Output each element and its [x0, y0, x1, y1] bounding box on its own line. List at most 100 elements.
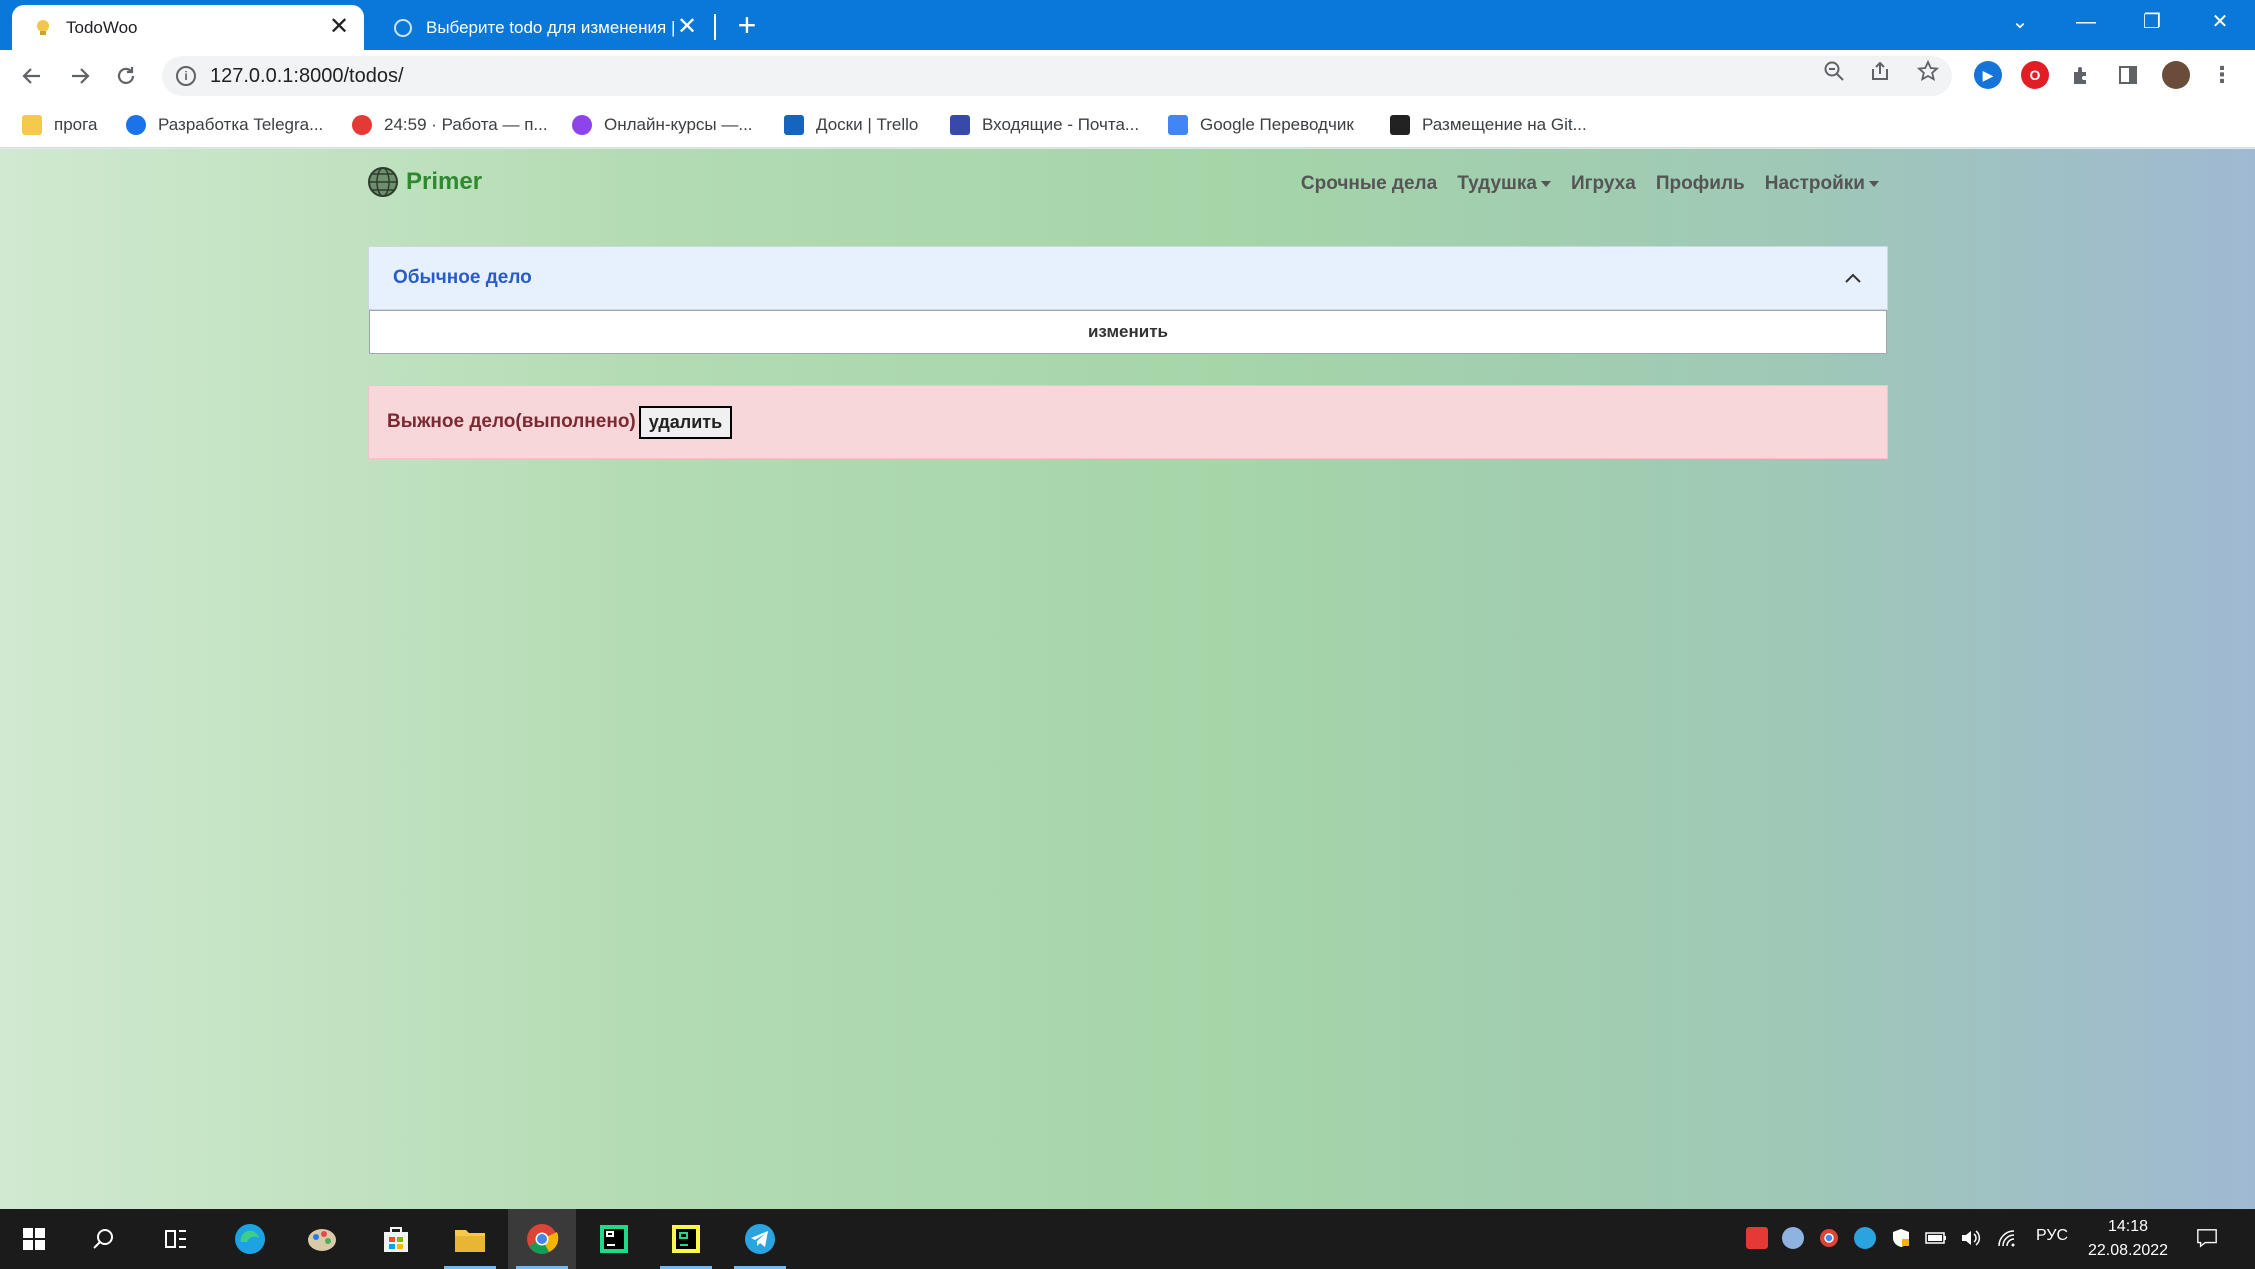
arrow-left-icon: [22, 68, 40, 84]
todo-accordion: Обычное дело изменить: [368, 246, 1888, 354]
browser-toolbar: i: [0, 50, 2255, 102]
tab-search-icon[interactable]: ⌄: [1996, 0, 2044, 46]
red-dot-icon: [352, 115, 372, 135]
search-button[interactable]: [70, 1209, 138, 1269]
bookmark-item[interactable]: Разработка Telegra...: [126, 112, 323, 138]
taskbar-explorer[interactable]: [436, 1209, 504, 1269]
tray-telegram-icon[interactable]: [1854, 1227, 1876, 1249]
volume-icon[interactable]: [1960, 1227, 1982, 1249]
chevron-up-icon[interactable]: [1843, 268, 1863, 288]
chrome-icon: [527, 1224, 559, 1254]
mail-icon: [950, 115, 970, 135]
taskbar-edge[interactable]: [216, 1209, 284, 1269]
taskbar-store[interactable]: [362, 1209, 430, 1269]
navbar-brand[interactable]: Primer: [366, 165, 482, 199]
courses-icon: [572, 115, 592, 135]
tab-title: Выберите todo для изменения |: [426, 17, 676, 37]
share-icon[interactable]: [1866, 60, 1894, 88]
taskbar-chrome[interactable]: [508, 1209, 576, 1269]
tray-cloud-icon[interactable]: [1782, 1227, 1804, 1249]
notifications-icon[interactable]: [2196, 1227, 2218, 1249]
profile-avatar[interactable]: [2162, 61, 2190, 89]
globe-favicon-icon: [394, 18, 412, 37]
bookmark-item[interactable]: Доски | Trello: [784, 112, 918, 138]
tray-chrome-icon[interactable]: [1818, 1227, 1840, 1249]
windows-logo-icon: [23, 1228, 45, 1250]
telegram-icon: [745, 1224, 775, 1254]
pycharm-icon: [600, 1225, 628, 1253]
close-window-button[interactable]: ✕: [2196, 0, 2244, 46]
navbar-menu: Срочные дела Тудушка Игруха Профиль Наст…: [1301, 173, 1879, 195]
address-bar[interactable]: i: [162, 56, 1952, 96]
bookmark-star-icon[interactable]: [1914, 59, 1942, 88]
nav-profile[interactable]: Профиль: [1656, 173, 1745, 195]
arrow-right-icon: [72, 68, 90, 84]
bookmark-item[interactable]: Google Переводчик: [1168, 112, 1354, 138]
battery-icon[interactable]: [1925, 1227, 1947, 1249]
url-input[interactable]: [210, 64, 1110, 88]
store-icon: [384, 1227, 408, 1252]
clock-date: 22.08.2022: [2087, 1242, 2169, 1259]
tray-red-app-icon[interactable]: [1746, 1227, 1768, 1249]
folder-icon: [22, 115, 42, 135]
search-icon: [93, 1229, 113, 1249]
pycharm-ce-icon: [672, 1225, 700, 1253]
nav-urgent[interactable]: Срочные дела: [1301, 173, 1437, 195]
delete-button[interactable]: удалить: [638, 405, 733, 439]
taskbar-pycharm-ce[interactable]: [652, 1209, 720, 1269]
bookmark-item[interactable]: Онлайн-курсы —...: [572, 112, 753, 138]
start-button[interactable]: [0, 1209, 68, 1269]
close-tab-icon[interactable]: ✕: [328, 14, 350, 39]
extensions-puzzle-icon[interactable]: [2068, 61, 2096, 89]
taskbar-telegram[interactable]: [726, 1209, 794, 1269]
wifi-icon[interactable]: [1996, 1227, 2018, 1249]
tab-title: TodoWoo: [66, 17, 138, 37]
todo-title: Обычное дело: [393, 267, 532, 288]
brand-name: Primer: [406, 168, 483, 195]
folder-icon: [455, 1230, 485, 1252]
accordion-header[interactable]: Обычное дело: [368, 246, 1888, 310]
windows-taskbar: РУС 14:18 22.08.2022: [0, 1209, 2255, 1269]
reload-button[interactable]: [108, 58, 144, 94]
globe-logo-icon: [368, 167, 398, 197]
tray-security-icon[interactable]: [1890, 1227, 1912, 1249]
caret-down-icon: [1869, 180, 1879, 187]
bookmark-item[interactable]: Размещение на Git...: [1390, 112, 1587, 138]
nav-todo-dropdown[interactable]: Тудушка: [1457, 173, 1551, 195]
bookmark-item[interactable]: Входящие - Почта...: [950, 112, 1139, 138]
edit-button[interactable]: изменить: [1088, 322, 1168, 342]
accordion-body: изменить: [369, 310, 1887, 354]
translate-icon: [1168, 115, 1188, 135]
nav-settings-dropdown[interactable]: Настройки: [1765, 173, 1879, 195]
back-button[interactable]: [14, 58, 50, 94]
paint-icon: [308, 1229, 336, 1251]
forward-button[interactable]: [62, 58, 98, 94]
task-view-button[interactable]: [142, 1209, 210, 1269]
taskbar-paint[interactable]: [288, 1209, 356, 1269]
site-info-icon[interactable]: i: [176, 66, 196, 86]
nav-game[interactable]: Игруха: [1571, 173, 1636, 195]
tab-django-admin[interactable]: Выберите todo для изменения | ✕: [372, 5, 712, 50]
hexlet-icon: [1390, 115, 1410, 135]
system-clock[interactable]: 14:18 22.08.2022: [2082, 1215, 2174, 1263]
bookmark-item[interactable]: 24:59 · Работа — п...: [352, 112, 548, 138]
page-content: Primer Срочные дела Тудушка Игруха Профи…: [0, 149, 2255, 1209]
opera-vpn-icon[interactable]: O: [2021, 61, 2049, 89]
restore-button[interactable]: ❐: [2128, 0, 2176, 46]
cloud-icon: [126, 115, 146, 135]
bookmark-item[interactable]: прога: [22, 112, 97, 138]
close-tab-icon[interactable]: ✕: [676, 14, 698, 39]
side-panel-icon[interactable]: [2114, 61, 2142, 89]
tab-separator: [714, 14, 716, 40]
new-tab-button[interactable]: +: [732, 8, 762, 42]
menu-dots-icon[interactable]: ⋮: [2208, 61, 2236, 89]
taskbar-pycharm[interactable]: [580, 1209, 648, 1269]
input-language[interactable]: РУС: [2036, 1227, 2068, 1245]
minimize-button[interactable]: —: [2062, 0, 2110, 46]
lightbulb-favicon-icon: [37, 19, 49, 35]
extension-blue-icon[interactable]: ▶: [1974, 61, 2002, 89]
zoom-icon[interactable]: [1820, 60, 1848, 88]
clock-time: 14:18: [2107, 1218, 2149, 1235]
caret-down-icon: [1540, 180, 1551, 187]
tab-todowoo[interactable]: TodoWoo ✕: [12, 5, 364, 50]
